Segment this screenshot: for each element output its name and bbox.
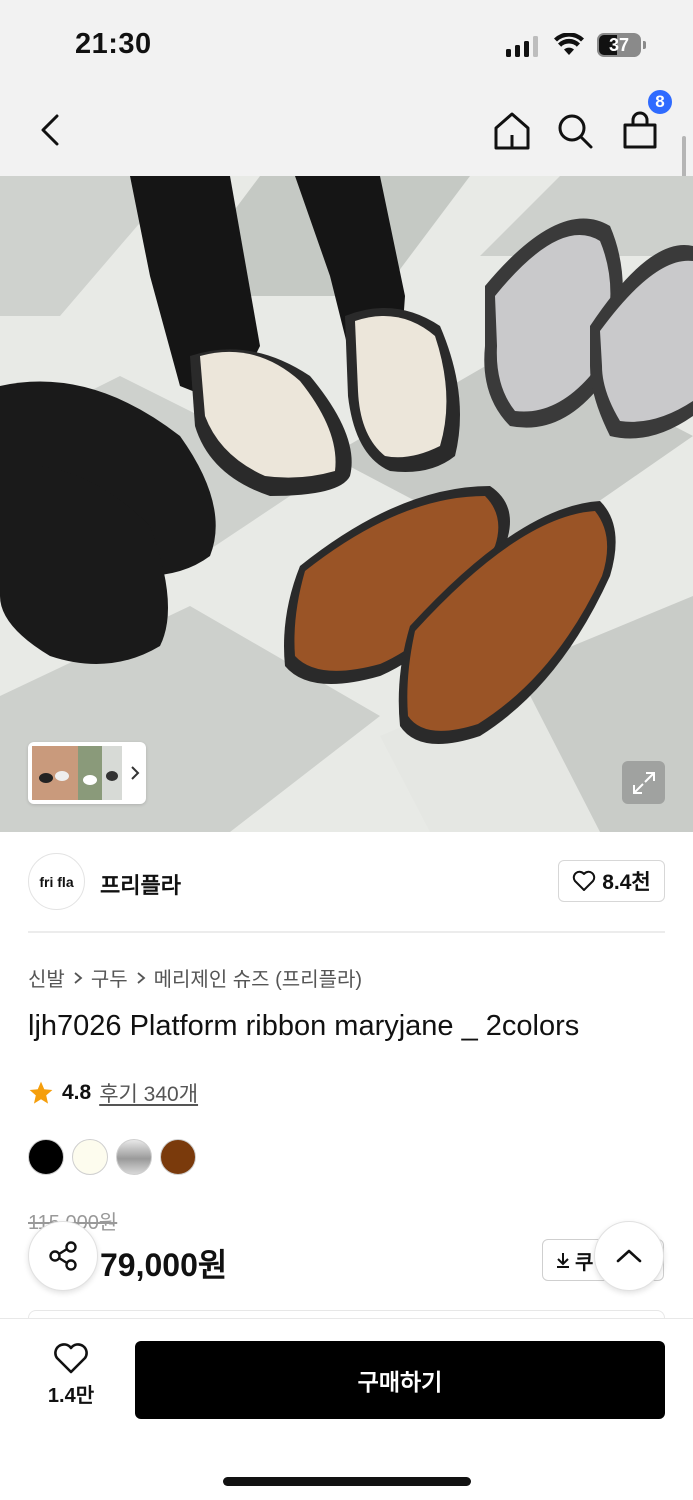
search-button[interactable]: [555, 110, 595, 152]
share-icon: [49, 1241, 77, 1271]
shop-like-button[interactable]: 8.4천: [558, 860, 665, 902]
review-link[interactable]: 후기 340개: [99, 1078, 198, 1108]
chevron-right-icon: [137, 971, 146, 984]
status-bar: 21:30 37: [0, 0, 693, 90]
color-swatch-silver[interactable]: [116, 1139, 152, 1175]
shop-name[interactable]: 프리플라: [100, 868, 181, 900]
color-swatches: [28, 1139, 196, 1175]
home-icon: [494, 112, 530, 150]
top-nav-bar: 8: [0, 88, 693, 176]
shop-logo[interactable]: fri fla: [28, 853, 85, 910]
shop-row: fri fla 프리플라 8.4천: [28, 853, 665, 911]
breadcrumb-item-dress-shoes[interactable]: 구두: [91, 963, 128, 992]
thumbnail-strip-button[interactable]: [28, 742, 146, 804]
wishlist-button[interactable]: 1.4만: [30, 1343, 112, 1417]
buy-button[interactable]: 구매하기: [135, 1341, 665, 1419]
wifi-icon: [554, 33, 584, 55]
sale-price: 79,000원: [100, 1247, 228, 1283]
expand-icon: [632, 771, 655, 794]
heart-icon: [573, 870, 596, 891]
star-icon: [29, 1081, 53, 1104]
wishlist-count: 1.4만: [47, 1385, 95, 1407]
home-indicator: [223, 1477, 471, 1486]
coupon-label: 쿠: [575, 1251, 594, 1274]
battery-level: 37: [608, 35, 630, 55]
download-icon: [557, 1253, 569, 1268]
cart-button[interactable]: 8: [620, 88, 674, 152]
chevron-right-icon: [74, 971, 83, 984]
chevron-left-icon: [41, 114, 59, 146]
product-photo: [0, 176, 693, 832]
chevron-up-icon: [616, 1249, 642, 1263]
battery-icon: 37: [597, 33, 646, 57]
cellular-signal-icon: [506, 35, 538, 57]
scroll-to-top-button[interactable]: [594, 1221, 664, 1291]
color-swatch-cream[interactable]: [72, 1139, 108, 1175]
thumbnail-image: [32, 746, 122, 800]
color-swatch-brown[interactable]: [160, 1139, 196, 1175]
shop-like-count: 8.4천: [602, 871, 651, 894]
share-button[interactable]: [28, 1221, 98, 1291]
chevron-right-icon: [131, 766, 140, 780]
expand-image-button[interactable]: [622, 761, 665, 804]
search-icon: [558, 114, 593, 149]
heart-icon: [54, 1343, 88, 1374]
status-time: 21:30: [75, 28, 152, 60]
divider: [28, 931, 665, 933]
rating-row: 4.8 후기 340개: [28, 1078, 198, 1108]
cart-count-badge: 8: [646, 88, 674, 116]
product-image-gallery[interactable]: [0, 176, 693, 832]
breadcrumb-item-shoes[interactable]: 신발: [28, 963, 65, 992]
breadcrumb-item-maryjane[interactable]: 메리제인 슈즈 (프리플라): [154, 963, 362, 992]
shopping-bag-icon: [623, 111, 657, 149]
back-button[interactable]: [30, 110, 70, 150]
product-title: ljh7026 Platform ribbon maryjane _ 2colo…: [28, 1010, 580, 1042]
rating-value: 4.8: [62, 1081, 92, 1104]
home-button[interactable]: [492, 110, 532, 152]
shop-logo-text: fri fla: [39, 873, 74, 890]
color-swatch-black[interactable]: [28, 1139, 64, 1175]
breadcrumb: 신발 구두 메리제인 슈즈 (프리플라): [28, 963, 362, 992]
bottom-action-bar: 1.4만 구매하기: [0, 1318, 693, 1500]
